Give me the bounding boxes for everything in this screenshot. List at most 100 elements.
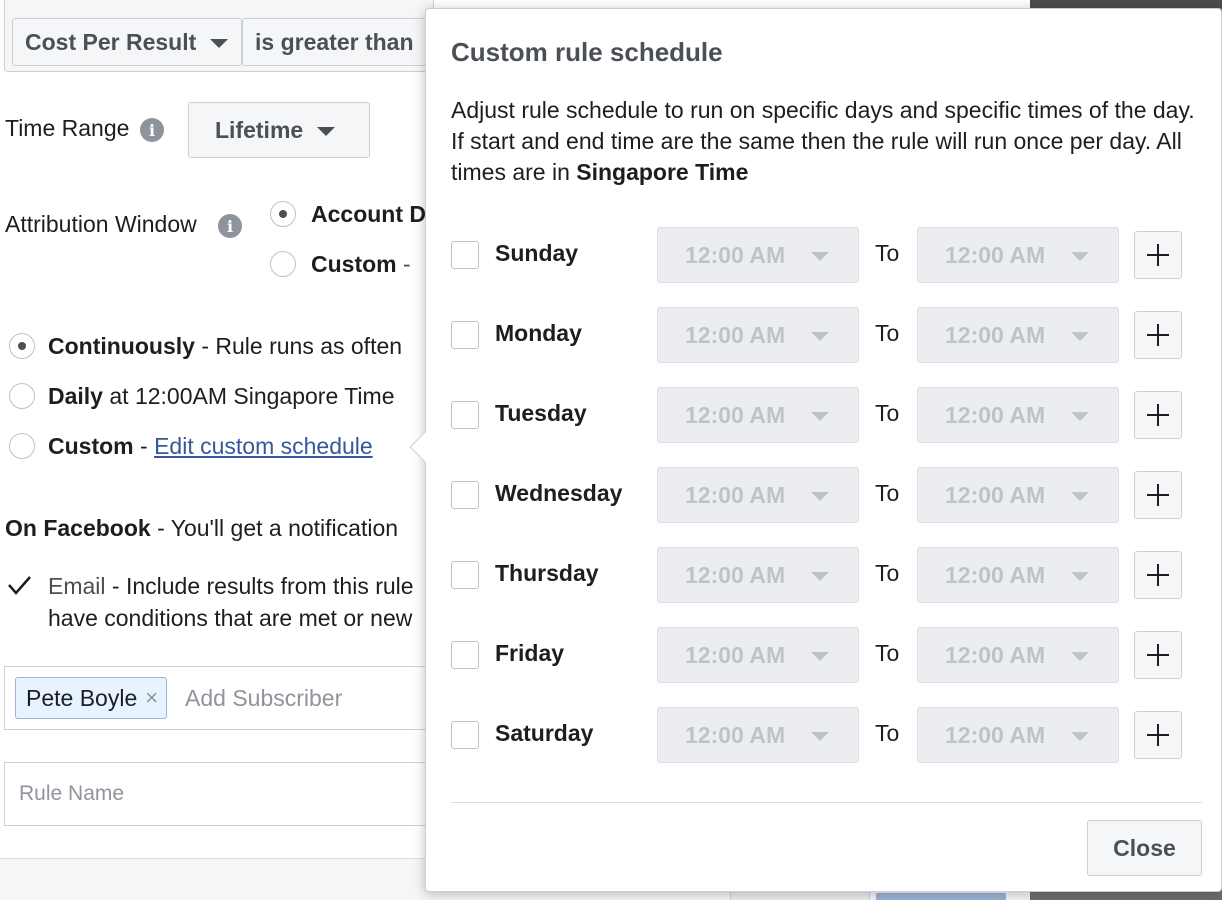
end-time-select[interactable]: 12:00 AM [917,707,1119,763]
end-time-select[interactable]: 12:00 AM [917,547,1119,603]
chevron-down-icon [1071,252,1089,261]
to-label: To [875,640,900,666]
email-checkbox[interactable] [6,572,32,598]
close-button[interactable]: Close [1087,820,1202,876]
add-time-button[interactable] [1134,311,1182,359]
to-label: To [875,400,900,426]
chevron-down-icon [811,572,829,581]
add-time-button[interactable] [1134,391,1182,439]
add-time-button[interactable] [1134,631,1182,679]
time-range-value: Lifetime [215,116,304,143]
chevron-down-icon [811,252,829,261]
day-label: Friday [495,640,565,666]
subscriber-input-box[interactable]: Pete Boyle × Add Subscriber [4,666,444,730]
metric-dropdown[interactable]: Cost Per Result [12,18,242,66]
schedule-custom-label: Custom - Edit custom schedule [48,433,373,459]
end-time-select[interactable]: 12:00 AM [917,467,1119,523]
chevron-down-icon [811,652,829,661]
edit-custom-schedule-link[interactable]: Edit custom schedule [154,433,373,459]
attribution-custom-label: Custom - [311,251,411,277]
add-time-button[interactable] [1134,551,1182,599]
to-label: To [875,240,900,266]
start-time-select[interactable]: 12:00 AM [657,707,859,763]
day-checkbox[interactable] [451,321,479,349]
rule-name-input[interactable]: Rule Name [4,762,444,826]
on-facebook-label: On Facebook - You'll get a notification [5,515,399,541]
chevron-down-icon [811,492,829,501]
end-time-select[interactable]: 12:00 AM [917,387,1119,443]
schedule-daily-label: Daily at 12:00AM Singapore Time [48,383,395,409]
chevron-down-icon [811,732,829,741]
dialog-divider [451,802,1202,803]
start-time-select[interactable]: 12:00 AM [657,307,859,363]
schedule-continuously-radio[interactable] [9,333,35,359]
schedule-daily-radio[interactable] [9,383,35,409]
remove-subscriber-icon[interactable]: × [145,685,158,711]
chevron-down-icon [1071,572,1089,581]
chevron-down-icon [1071,652,1089,661]
info-icon[interactable]: i [218,214,242,238]
chevron-down-icon [1071,732,1089,741]
schedule-custom-radio[interactable] [9,433,35,459]
chevron-down-icon [317,126,336,136]
day-row-friday: Friday 12:00 AM To 12:00 AM [426,627,1222,683]
subscriber-token-label: Pete Boyle [26,684,138,711]
rule-name-placeholder: Rule Name [19,782,125,805]
to-label: To [875,560,900,586]
email-label: Email - Include results from this rule [48,573,414,599]
end-time-select[interactable]: 12:00 AM [917,307,1119,363]
start-time-select[interactable]: 12:00 AM [657,227,859,283]
timezone-label: Singapore Time [576,159,749,185]
add-subscriber-placeholder: Add Subscriber [185,685,343,711]
day-checkbox[interactable] [451,481,479,509]
day-row-wednesday: Wednesday 12:00 AM To 12:00 AM [426,467,1222,523]
time-range-label: Time Range [5,115,130,141]
day-checkbox[interactable] [451,561,479,589]
end-time-select[interactable]: 12:00 AM [917,627,1119,683]
end-time-select[interactable]: 12:00 AM [917,227,1119,283]
start-time-select[interactable]: 12:00 AM [657,387,859,443]
schedule-continuously-label: Continuously - Rule runs as often [48,333,403,359]
time-range-dropdown[interactable]: Lifetime [188,102,370,158]
day-checkbox[interactable] [451,401,479,429]
footer-primary-button[interactable] [876,893,1006,900]
day-checkbox[interactable] [451,241,479,269]
day-checkbox[interactable] [451,721,479,749]
day-label: Saturday [495,720,594,746]
attribution-custom-radio[interactable] [270,251,296,277]
chevron-down-icon [210,38,229,48]
day-row-monday: Monday 12:00 AM To 12:00 AM [426,307,1222,363]
to-label: To [875,720,900,746]
custom-rule-schedule-dialog: Custom rule schedule Adjust rule schedul… [425,8,1222,892]
day-label: Tuesday [495,400,587,426]
day-label: Thursday [495,560,599,586]
day-row-saturday: Saturday 12:00 AM To 12:00 AM [426,707,1222,763]
day-row-tuesday: Tuesday 12:00 AM To 12:00 AM [426,387,1222,443]
start-time-select[interactable]: 12:00 AM [657,627,859,683]
add-time-button[interactable] [1134,231,1182,279]
subscriber-token: Pete Boyle × [15,677,168,719]
attribution-window-label: Attribution Window [5,211,197,237]
attribution-account-radio[interactable] [270,201,296,227]
to-label: To [875,480,900,506]
operator-dropdown[interactable]: is greater than [242,18,442,66]
add-time-button[interactable] [1134,711,1182,759]
day-checkbox[interactable] [451,641,479,669]
start-time-select[interactable]: 12:00 AM [657,467,859,523]
dialog-title: Custom rule schedule [451,37,723,67]
operator-dropdown-label: is greater than [255,28,414,55]
chevron-down-icon [811,412,829,421]
day-label: Monday [495,320,582,346]
day-label: Sunday [495,240,579,266]
chevron-down-icon [1071,332,1089,341]
metric-dropdown-label: Cost Per Result [25,28,197,55]
chevron-down-icon [1071,412,1089,421]
chevron-down-icon [811,332,829,341]
day-row-sunday: Sunday 12:00 AM To 12:00 AM [426,227,1222,283]
day-row-thursday: Thursday 12:00 AM To 12:00 AM [426,547,1222,603]
add-time-button[interactable] [1134,471,1182,519]
start-time-select[interactable]: 12:00 AM [657,547,859,603]
info-icon[interactable]: i [140,118,164,142]
attribution-account-label: Account D [311,201,426,227]
dialog-description: Adjust rule schedule to run on specific … [451,97,1195,185]
